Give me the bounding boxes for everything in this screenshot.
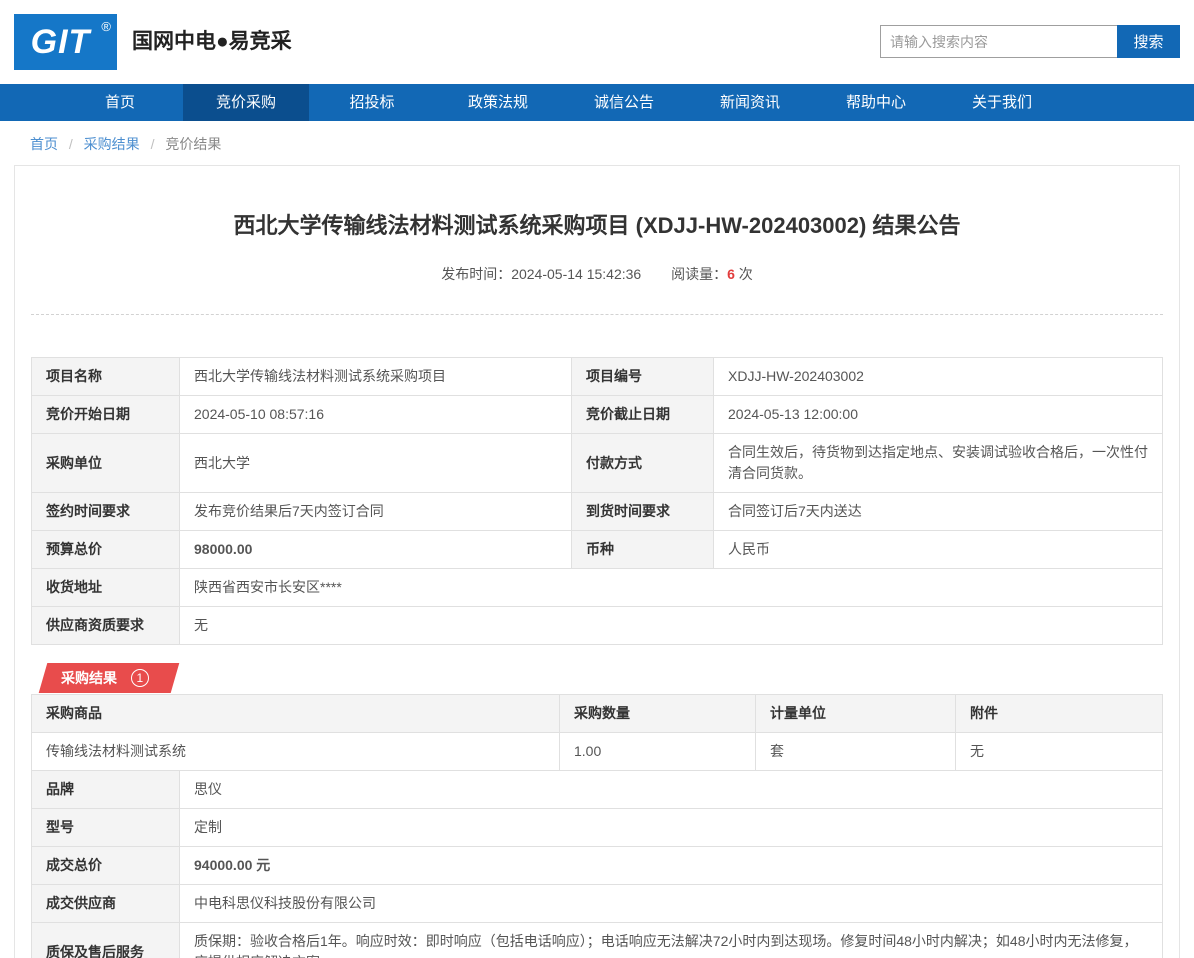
table-row: 收货地址 陕西省西安市长安区**** [31, 568, 1163, 607]
views-label: 阅读量： [671, 266, 728, 282]
table-row: 签约时间要求 发布竞价结果后7天内签订合同 到货时间要求 合同签订后7天内送达 [31, 492, 1163, 531]
result-ribbon: 采购结果 1 [38, 663, 180, 693]
field-label: 到货时间要求 [571, 492, 714, 531]
table-row: 型号 定制 [31, 808, 1163, 847]
breadcrumb-current: 竞价结果 [165, 136, 222, 152]
field-value: 思仪 [179, 770, 1163, 809]
product-table: 采购商品 采购数量 计量单位 附件 传输线法材料测试系统 1.00 套 无 [31, 694, 1163, 771]
logo-text: GIT [30, 23, 91, 61]
nav-item-help[interactable]: 帮助中心 [813, 84, 939, 121]
nav-item-about[interactable]: 关于我们 [939, 84, 1065, 121]
registered-mark-icon: ® [101, 19, 111, 34]
product-attachment: 无 [955, 732, 1163, 771]
site-title: 国网中电●易竞采 [132, 30, 292, 53]
table-row: 成交供应商 中电科思仪科技股份有限公司 [31, 884, 1163, 923]
table-row: 项目名称 西北大学传输线法材料测试系统采购项目 项目编号 XDJJ-HW-202… [31, 357, 1163, 396]
nav-item-integrity[interactable]: 诚信公告 [561, 84, 687, 121]
field-value: 发布竞价结果后7天内签订合同 [179, 492, 572, 531]
table-row: 采购单位 西北大学 付款方式 合同生效后，待货物到达指定地点、安装调试验收合格后… [31, 433, 1163, 493]
publish-time-label: 发布时间： [441, 266, 512, 282]
field-label: 品牌 [31, 770, 180, 809]
product-unit: 套 [755, 732, 956, 771]
field-value: 合同生效后，待货物到达指定地点、安装调试验收合格后，一次性付清合同货款。 [713, 433, 1163, 493]
field-value: 质保期：验收合格后1年。响应时效：即时响应（包括电话响应）；电话响应无法解决72… [179, 922, 1163, 958]
breadcrumb: 首页 / 采购结果 / 竞价结果 [0, 121, 1194, 165]
dashed-divider [31, 314, 1163, 315]
article-meta: 发布时间：2024-05-14 15:42:36 阅读量：6 次 [31, 264, 1163, 284]
result-ribbon-label: 采购结果 [61, 670, 117, 686]
field-value: 陕西省西安市长安区**** [179, 568, 1163, 607]
result-details-table: 品牌 思仪 型号 定制 成交总价 94000.00 元 成交供应商 中电科思仪科… [31, 770, 1163, 958]
table-row: 传输线法材料测试系统 1.00 套 无 [31, 732, 1163, 771]
field-value: 中电科思仪科技股份有限公司 [179, 884, 1163, 923]
deal-total-price: 94000.00 元 [179, 846, 1163, 885]
field-label: 预算总价 [31, 530, 180, 569]
site-logo[interactable]: GIT ® [14, 14, 117, 70]
page-title: 西北大学传输线法材料测试系统采购项目 (XDJJ-HW-202403002) 结… [233, 213, 961, 238]
field-label: 签约时间要求 [31, 492, 180, 531]
breadcrumb-purchase-results[interactable]: 采购结果 [84, 136, 140, 152]
nav-item-home[interactable]: 首页 [57, 84, 183, 121]
table-row: 预算总价 98000.00 币种 人民币 [31, 530, 1163, 569]
field-label: 收货地址 [31, 568, 180, 607]
table-row: 成交总价 94000.00 元 [31, 846, 1163, 885]
field-label: 成交总价 [31, 846, 180, 885]
column-header: 计量单位 [755, 694, 956, 733]
search-button[interactable]: 搜索 [1117, 25, 1180, 58]
views-unit: 次 [738, 266, 753, 282]
publish-time-value: 2024-05-14 15:42:36 [511, 266, 642, 282]
field-value: 2024-05-10 08:57:16 [179, 395, 572, 434]
breadcrumb-separator: / [68, 136, 73, 152]
field-label: 项目名称 [31, 357, 180, 396]
main-nav: 首页 竞价采购 招投标 政策法规 诚信公告 新闻资讯 帮助中心 关于我们 [0, 84, 1194, 121]
nav-item-tender[interactable]: 招投标 [309, 84, 435, 121]
field-label: 型号 [31, 808, 180, 847]
table-header-row: 采购商品 采购数量 计量单位 附件 [31, 694, 1163, 733]
search-input[interactable] [880, 25, 1117, 58]
breadcrumb-home[interactable]: 首页 [30, 136, 58, 152]
content-panel: 西北大学传输线法材料测试系统采购项目 (XDJJ-HW-202403002) 结… [14, 165, 1180, 958]
table-row: 竞价开始日期 2024-05-10 08:57:16 竞价截止日期 2024-0… [31, 395, 1163, 434]
result-section-header: 采购结果 1 [31, 663, 1163, 693]
field-value: 2024-05-13 12:00:00 [713, 395, 1163, 434]
nav-item-news[interactable]: 新闻资讯 [687, 84, 813, 121]
field-value: XDJJ-HW-202403002 [713, 357, 1163, 396]
field-label: 币种 [571, 530, 714, 569]
table-row: 质保及售后服务 质保期：验收合格后1年。响应时效：即时响应（包括电话响应）；电话… [31, 922, 1163, 958]
column-header: 采购数量 [559, 694, 756, 733]
table-row: 供应商资质要求 无 [31, 606, 1163, 645]
result-count-badge: 1 [130, 669, 149, 687]
column-header: 采购商品 [31, 694, 560, 733]
field-label: 项目编号 [571, 357, 714, 396]
views-count: 6 [727, 266, 735, 282]
breadcrumb-separator: / [150, 136, 155, 152]
table-row: 品牌 思仪 [31, 770, 1163, 809]
field-label: 供应商资质要求 [31, 606, 180, 645]
budget-total-value: 98000.00 [179, 530, 572, 569]
nav-item-bidding-purchase[interactable]: 竞价采购 [183, 84, 309, 121]
field-value: 合同签订后7天内送达 [713, 492, 1163, 531]
field-label: 成交供应商 [31, 884, 180, 923]
product-name: 传输线法材料测试系统 [31, 732, 560, 771]
site-header: GIT ® 国网中电●易竞采 搜索 [0, 0, 1194, 84]
column-header: 附件 [955, 694, 1163, 733]
search-box: 搜索 [880, 25, 1180, 58]
field-label: 竞价开始日期 [31, 395, 180, 434]
field-value: 西北大学传输线法材料测试系统采购项目 [179, 357, 572, 396]
field-value: 定制 [179, 808, 1163, 847]
project-info-table: 项目名称 西北大学传输线法材料测试系统采购项目 项目编号 XDJJ-HW-202… [31, 357, 1163, 645]
field-value: 无 [179, 606, 1163, 645]
field-label: 质保及售后服务 [31, 922, 180, 958]
nav-item-policy[interactable]: 政策法规 [435, 84, 561, 121]
field-label: 付款方式 [571, 433, 714, 493]
product-quantity: 1.00 [559, 732, 756, 771]
field-value: 西北大学 [179, 433, 572, 493]
field-label: 竞价截止日期 [571, 395, 714, 434]
field-label: 采购单位 [31, 433, 180, 493]
field-value: 人民币 [713, 530, 1163, 569]
